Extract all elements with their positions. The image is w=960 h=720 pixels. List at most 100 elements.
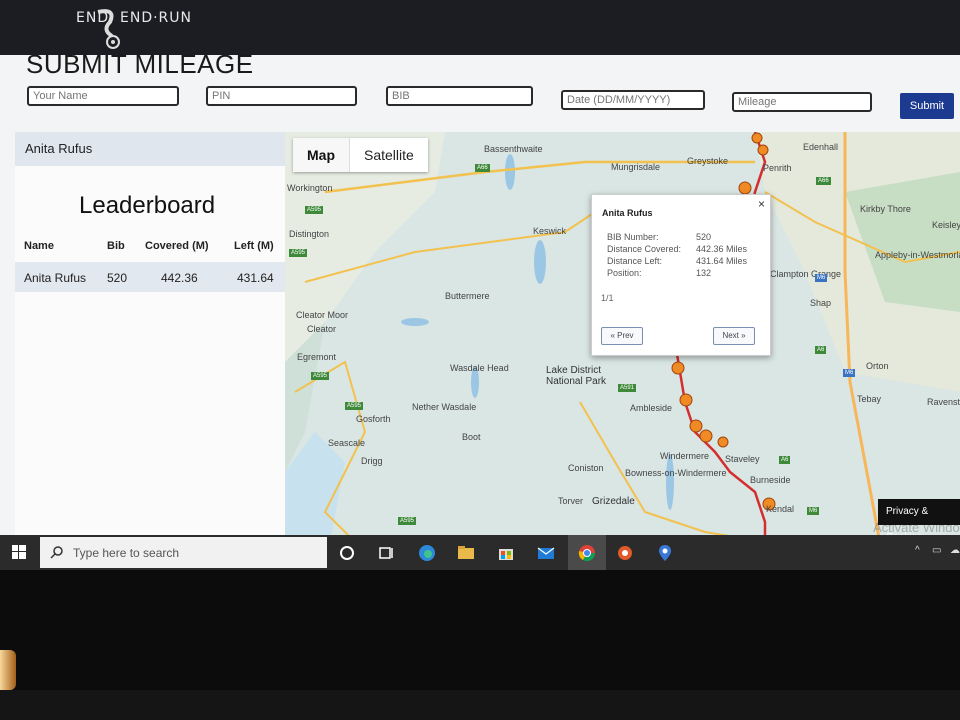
next-button[interactable]: Next »	[713, 327, 755, 345]
mileage-input[interactable]	[732, 92, 872, 112]
map-label: Cleator	[307, 324, 337, 334]
popup-position-value: 132	[696, 268, 712, 278]
map-label: Boot	[462, 432, 481, 442]
runner-info-popup: Anita Rufus × BIB Number: 520 Distance C…	[591, 194, 771, 356]
popup-covered-label: Distance Covered:	[607, 244, 682, 254]
prev-button[interactable]: « Prev	[601, 327, 643, 345]
reflected-light	[0, 650, 16, 690]
map-label: Appleby-in-Westmorland	[875, 250, 960, 260]
map-label: Ambleside	[630, 403, 673, 413]
current-user-bar[interactable]: Anita Rufus	[15, 132, 289, 166]
cloud-icon[interactable]: ☁	[950, 545, 960, 556]
map-label: Buttermere	[445, 291, 490, 301]
privacy-cookies-button[interactable]: Privacy & Cookies	[878, 499, 960, 543]
col-header-covered: Covered (M)	[145, 240, 209, 252]
edge-icon[interactable]	[417, 543, 437, 563]
map-label: Mungrisdale	[611, 162, 661, 172]
app-icon[interactable]	[615, 543, 635, 563]
tab-satellite[interactable]: Satellite	[349, 138, 428, 172]
road-shield: A595	[345, 402, 364, 410]
map-label: Distington	[289, 229, 330, 239]
leaderboard-title: Leaderboard	[79, 192, 216, 219]
road-shield: M6	[807, 507, 820, 515]
road-shield: A595	[289, 249, 308, 257]
map-label: Edenhall	[803, 142, 839, 152]
popup-bib-value: 520	[696, 232, 712, 242]
map-type-toggle: Map Satellite	[293, 138, 428, 172]
windows-icon[interactable]	[12, 545, 26, 559]
road-shield: A595	[398, 517, 417, 525]
map-label: Ravenstonedale	[927, 397, 960, 407]
map-label: Cleator Moor	[296, 310, 349, 320]
current-user-name: Anita Rufus	[25, 141, 93, 156]
maps-app-icon[interactable]	[655, 543, 675, 563]
chrome-icon[interactable]	[577, 543, 597, 563]
map-label: Drigg	[361, 456, 383, 466]
end-to-end-run-logo: END END·RUN	[72, 4, 192, 50]
col-header-bib: Bib	[107, 240, 125, 252]
road-shield: A66	[475, 164, 490, 172]
map-label: Windermere	[660, 451, 710, 461]
map-label: Torver	[558, 496, 584, 506]
battery-icon[interactable]: ▭	[932, 545, 941, 556]
map-label: Clampton Grange	[770, 269, 842, 279]
name-input[interactable]	[27, 86, 179, 106]
windows-taskbar: Type here to search ^ ▭ ☁	[0, 535, 960, 570]
popup-runner-name: Anita Rufus	[602, 208, 653, 218]
map-label: Gosforth	[356, 414, 391, 424]
pin-input[interactable]	[206, 86, 357, 106]
leaderboard-panel: Anita Rufus Leaderboard Name Bib Covered…	[15, 132, 290, 570]
road-shield: A595	[311, 372, 330, 380]
file-explorer-icon[interactable]	[456, 543, 476, 563]
submit-button[interactable]: Submit	[900, 93, 954, 119]
route-map[interactable]: Map Satellite Bassenthwaite Mungrisdale …	[285, 132, 960, 570]
app-screen: SUBMIT MILEAGE Submit Anita Rufus Leader…	[0, 55, 960, 570]
map-label: Wasdale Head	[450, 363, 509, 373]
store-icon[interactable]	[496, 543, 516, 563]
taskbar-search-box[interactable]: Type here to search	[40, 537, 327, 568]
search-icon	[50, 546, 63, 559]
logo-text-right: END·RUN	[120, 10, 192, 26]
col-header-name: Name	[24, 240, 54, 252]
bib-input[interactable]	[386, 86, 533, 106]
map-label: Kendal	[766, 504, 795, 514]
map-label: Tebay	[857, 394, 882, 404]
popup-pager: 1/1	[601, 293, 614, 303]
desk-surface	[0, 690, 960, 720]
map-label: Shap	[810, 298, 832, 308]
map-label: Bowness-on-Windermere	[625, 468, 727, 478]
road-shield: A6	[815, 346, 827, 354]
task-view-icon[interactable]	[376, 543, 396, 563]
map-label: Orton	[866, 361, 889, 371]
submit-mileage-title: SUBMIT MILEAGE	[26, 55, 254, 79]
col-header-left: Left (M)	[234, 240, 274, 252]
road-shield: M6	[843, 369, 856, 377]
date-input[interactable]	[561, 90, 705, 110]
map-label: Nether Wasdale	[412, 402, 477, 412]
map-label: Seascale	[328, 438, 366, 448]
road-shield: A66	[816, 177, 831, 185]
popup-left-label: Distance Left:	[607, 256, 663, 266]
cortana-icon[interactable]	[337, 543, 357, 563]
row-left: 431.64	[237, 271, 274, 285]
map-label: Kirkby Thore	[860, 204, 911, 214]
map-label: Greystoke	[687, 156, 729, 166]
chevron-up-icon[interactable]: ^	[915, 545, 920, 556]
map-label: Bassenthwaite	[484, 144, 543, 154]
map-label: Penrith	[763, 163, 792, 173]
map-label: Keswick	[533, 226, 567, 236]
map-label: Egremont	[297, 352, 337, 362]
close-icon[interactable]: ×	[758, 197, 765, 211]
row-covered: 442.36	[161, 271, 198, 285]
map-label: Lake District National Park	[546, 365, 607, 387]
map-label: Staveley	[725, 454, 760, 464]
row-name: Anita Rufus	[24, 271, 87, 285]
popup-covered-value: 442.36 Miles	[696, 244, 748, 254]
tab-map[interactable]: Map	[293, 138, 349, 172]
popup-bib-label: BIB Number:	[607, 232, 659, 242]
map-label: Coniston	[568, 463, 604, 473]
road-shield: A6	[779, 456, 791, 464]
road-shield: M6	[815, 274, 828, 282]
map-label: Keisley	[932, 220, 960, 230]
mail-icon[interactable]	[536, 543, 556, 563]
